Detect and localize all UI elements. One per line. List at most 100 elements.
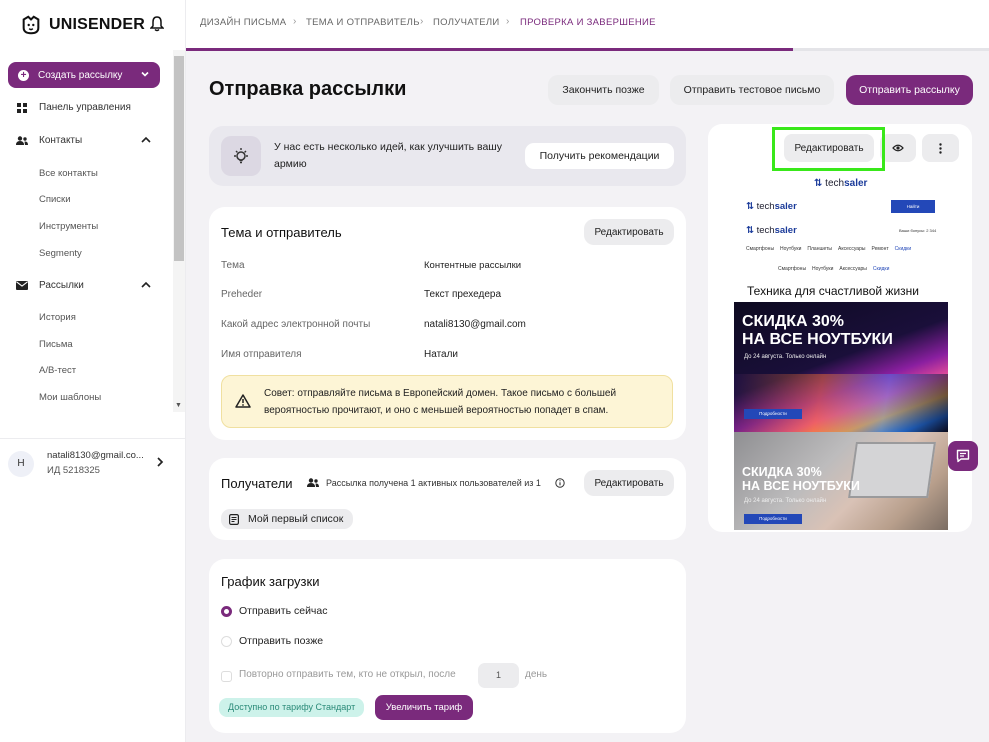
tariff-badge: Доступно по тарифу Стандарт — [219, 698, 365, 717]
create-mailing-button[interactable]: + Создать рассылку — [8, 62, 160, 88]
email-category: Аксессуары — [839, 266, 867, 272]
support-chat-button[interactable] — [948, 441, 978, 471]
step-review-finish[interactable]: ПРОВЕРКА И ЗАВЕРШЕНИЕ — [520, 17, 656, 28]
edit-subject-button[interactable]: Редактировать — [584, 219, 674, 245]
logo-mark-icon: ⇅ — [814, 178, 823, 189]
account-email: natali8130@gmail.co... — [47, 450, 144, 461]
sidebar-subitem-lists[interactable]: Списки — [39, 194, 71, 205]
laptop-image — [848, 442, 936, 498]
send-now-label[interactable]: Отправить сейчас — [239, 605, 328, 617]
more-options-button[interactable] — [922, 134, 959, 162]
chevron-right-icon: › — [420, 16, 424, 27]
sidebar-subitem-segments[interactable]: Segmenty — [39, 248, 82, 259]
notifications-bell-icon[interactable] — [149, 16, 165, 35]
email-preview-content[interactable]: ⇅ techsaler ⇅ techsaler Найти ⇅ techsale… — [734, 172, 948, 530]
logo-suffix: saler — [844, 178, 868, 189]
wizard-steps: ДИЗАЙН ПИСЬМА › ТЕМА И ОТПРАВИТЕЛЬ › ПОЛ… — [186, 0, 989, 50]
sidebar-subitem-all-contacts[interactable]: Все контакты — [39, 168, 98, 179]
schedule-card: График загрузки Отправить сейчас Отправи… — [209, 559, 686, 733]
subject-value: Контентные рассылки — [424, 260, 522, 271]
get-recommendations-button[interactable]: Получить рекомендации — [525, 143, 674, 169]
recommendations-banner: У нас есть несколько идей, как улучшить … — [209, 126, 686, 186]
email-category: Скидки — [872, 266, 890, 272]
resend-days-unit: день — [525, 669, 548, 680]
resend-checkbox[interactable] — [221, 671, 232, 682]
lightbulb-icon — [221, 136, 261, 176]
wizard-progress-fill — [186, 48, 794, 51]
step-subject-sender[interactable]: ТЕМА И ОТПРАВИТЕЛЬ — [306, 17, 420, 28]
logo-mark-icon: ⇅ — [746, 225, 754, 236]
chat-icon — [956, 449, 970, 463]
send-mailing-button[interactable]: Отправить рассылку — [846, 75, 973, 105]
email-category: Смартфоны — [778, 266, 807, 272]
email-category: Ноутбуки — [812, 266, 834, 272]
sidebar-item-dashboard[interactable]: Панель управления — [16, 102, 131, 113]
preheader-label: Preheder — [221, 289, 263, 300]
sidebar-scrollbar[interactable]: ▼ — [173, 50, 185, 412]
chevron-right-icon: › — [293, 16, 297, 27]
preview-eye-button[interactable] — [880, 134, 916, 162]
eye-icon — [892, 144, 904, 152]
recipients-info: Рассылка получена 1 активных пользовател… — [326, 478, 541, 488]
upgrade-tariff-button[interactable]: Увеличить тариф — [375, 695, 473, 720]
chevron-right-icon: › — [506, 16, 510, 27]
banner-2-details-button: Подробности — [744, 514, 802, 524]
scroll-down-arrow-icon[interactable]: ▼ — [175, 402, 182, 409]
sidebar-item-label: Панель управления — [39, 102, 131, 113]
preheader-value: Текст прехедера — [424, 289, 502, 300]
brand-logo[interactable]: UNISENDER — [20, 14, 145, 36]
sidebar-subitem-my-templates[interactable]: Мои шаблоны — [39, 392, 101, 403]
resend-days-input[interactable]: 1 — [478, 663, 519, 688]
email-category-row-1: Смартфоны Ноутбуки Планшеты Аксессуары Р… — [746, 246, 911, 252]
chevron-up-icon[interactable] — [140, 135, 152, 145]
logo-prefix: tech — [756, 225, 775, 236]
sidebar-subitem-tools[interactable]: Инструменты — [39, 221, 98, 232]
banner-2-line-1: СКИДКА 30% — [742, 465, 822, 479]
sidebar-subitem-letters[interactable]: Письма — [39, 339, 73, 350]
account-menu[interactable]: Н natali8130@gmail.co... ИД 5218325 — [0, 438, 185, 488]
send-now-radio[interactable] — [221, 606, 232, 617]
email-category: Планшеты — [807, 246, 832, 252]
page-title: Отправка рассылки — [209, 78, 407, 100]
logo-prefix: tech — [756, 201, 775, 212]
step-recipients[interactable]: ПОЛУЧАТЕЛИ — [433, 17, 500, 28]
recipient-list-chip[interactable]: Мой первый список — [221, 509, 354, 529]
sidebar-item-mailings[interactable]: Рассылки — [16, 280, 84, 291]
send-later-radio[interactable] — [221, 636, 232, 647]
tip-text: Совет: отправляйте письма в Европейский … — [264, 388, 617, 416]
sidebar-item-contacts[interactable]: Контакты — [16, 135, 82, 146]
users-icon — [307, 478, 319, 487]
scrollbar-thumb[interactable] — [174, 56, 184, 261]
sidebar: UNISENDER + Создать рассылку Панель упра… — [0, 0, 186, 742]
chevron-down-icon — [141, 71, 149, 77]
sender-email-label: Какой адрес электронной почты — [221, 319, 371, 330]
section-title: График загрузки — [221, 574, 320, 589]
laptop-image — [734, 374, 948, 432]
banner-1-subtitle: До 24 августа. Только онлайн — [744, 354, 827, 360]
sender-email-value: natali8130@gmail.com — [424, 319, 526, 330]
techsaler-logo: ⇅ techsaler — [814, 178, 867, 189]
logo-mark-icon: ⇅ — [746, 201, 754, 212]
section-title: Получатели — [221, 476, 293, 491]
logo-suffix: saler — [774, 201, 797, 212]
chevron-up-icon[interactable] — [140, 280, 152, 290]
email-bonus-text: Ваши бонусы: 2 344 — [899, 228, 937, 233]
avatar: Н — [8, 451, 34, 477]
info-icon[interactable] — [555, 478, 565, 488]
techsaler-logo-secondary: ⇅ techsaler — [746, 225, 797, 236]
recommendations-text: У нас есть несколько идей, как улучшить … — [274, 141, 502, 170]
step-design[interactable]: ДИЗАЙН ПИСЬМА — [200, 17, 286, 28]
email-category: Смартфоны — [746, 246, 775, 252]
sidebar-item-label: Контакты — [39, 135, 83, 146]
edit-recipients-button[interactable]: Редактировать — [584, 470, 674, 496]
finish-later-button[interactable]: Закончить позже — [548, 75, 659, 105]
send-test-button[interactable]: Отправить тестовое письмо — [670, 75, 834, 105]
sidebar-subitem-ab-test[interactable]: A/B-тест — [39, 365, 76, 376]
dog-logo-icon — [22, 15, 40, 35]
logo-prefix: tech — [825, 178, 845, 189]
send-later-label[interactable]: Отправить позже — [239, 635, 323, 647]
subject-label: Тема — [221, 260, 245, 271]
section-title: Тема и отправитель — [221, 225, 342, 240]
banner-1-line-2: НА ВСЕ НОУТБУКИ — [742, 331, 893, 348]
sidebar-subitem-history[interactable]: История — [39, 312, 76, 323]
